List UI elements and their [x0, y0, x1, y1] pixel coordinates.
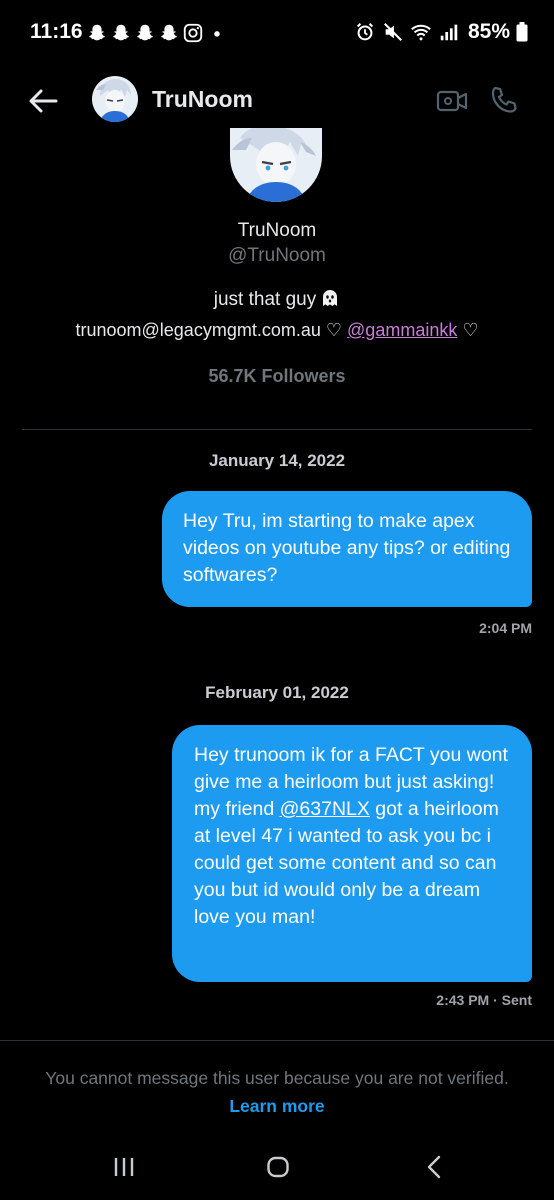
video-call-icon[interactable] [436, 86, 468, 116]
notice-text: You cannot message this user because you… [45, 1068, 509, 1088]
footer-divider [0, 1040, 554, 1041]
followers-count[interactable]: 56.7K Followers [0, 366, 554, 387]
ghost-emoji-icon [323, 290, 338, 306]
profile-contact-line: trunoom@legacymgmt.com.au ♡ @gammainkk ♡ [0, 320, 554, 341]
avatar[interactable] [92, 76, 138, 122]
conversation-header: TruNoom [0, 66, 554, 136]
battery-percent: 85% [467, 20, 510, 43]
message-bubble[interactable]: Hey trunoom ik for a FACT you wont give … [172, 725, 532, 982]
mute-icon [384, 23, 402, 41]
back-icon[interactable] [424, 1155, 444, 1179]
profile-email: trunoom@legacymgmt.com.au [75, 320, 321, 340]
signal-icon [440, 24, 458, 41]
notification-icons [86, 22, 228, 44]
snapchat-icon [113, 24, 129, 41]
cannot-message-notice: You cannot message this user because you… [40, 1064, 514, 1120]
profile-bio-text: just that guy [213, 289, 317, 310]
home-icon[interactable] [266, 1156, 290, 1178]
profile-avatar-image [230, 128, 322, 202]
profile-avatar[interactable] [230, 128, 322, 202]
message-timestamp: 2:04 PM [479, 620, 532, 636]
divider [22, 429, 532, 430]
system-status: 85% [354, 20, 528, 44]
profile-handle: @TruNoom [228, 245, 326, 266]
phone-icon[interactable] [488, 84, 520, 116]
date-separator: February 01, 2022 [205, 683, 349, 702]
snapchat-icon [89, 24, 105, 41]
header-title[interactable]: TruNoom [152, 86, 253, 113]
dot-icon [214, 31, 220, 37]
profile-bio: just that guy [0, 288, 554, 311]
back-arrow-icon[interactable] [26, 86, 60, 116]
wifi-icon [411, 24, 431, 41]
instagram-icon [183, 23, 203, 43]
snapchat-icon [137, 24, 153, 41]
learn-more-link[interactable]: Learn more [229, 1096, 324, 1116]
message-timestamp: 2:43 PM · Sent [436, 992, 532, 1008]
date-separator: January 14, 2022 [208, 451, 346, 470]
recents-icon[interactable] [112, 1156, 136, 1178]
avatar-image [92, 76, 138, 122]
status-bar: 11:16 85% [0, 0, 554, 66]
heart-symbol: ♡ [325, 320, 343, 340]
system-navigation-bar [0, 1136, 554, 1200]
battery-icon [516, 22, 528, 42]
alarm-icon [356, 23, 374, 41]
heart-symbol: ♡ [462, 320, 479, 340]
message-mention-link[interactable]: @637NLX [280, 798, 370, 820]
status-time: 11:16 [30, 20, 83, 43]
snapchat-icon [161, 24, 177, 41]
dm-conversation-screen: 11:16 85% TruNoom TruNoom @TruNoom just … [0, 0, 554, 1200]
message-bubble[interactable]: Hey Tru, im starting to make apex videos… [162, 491, 532, 607]
profile-mention-link[interactable]: @gammainkk [347, 320, 457, 340]
profile-name: TruNoom [237, 220, 317, 241]
